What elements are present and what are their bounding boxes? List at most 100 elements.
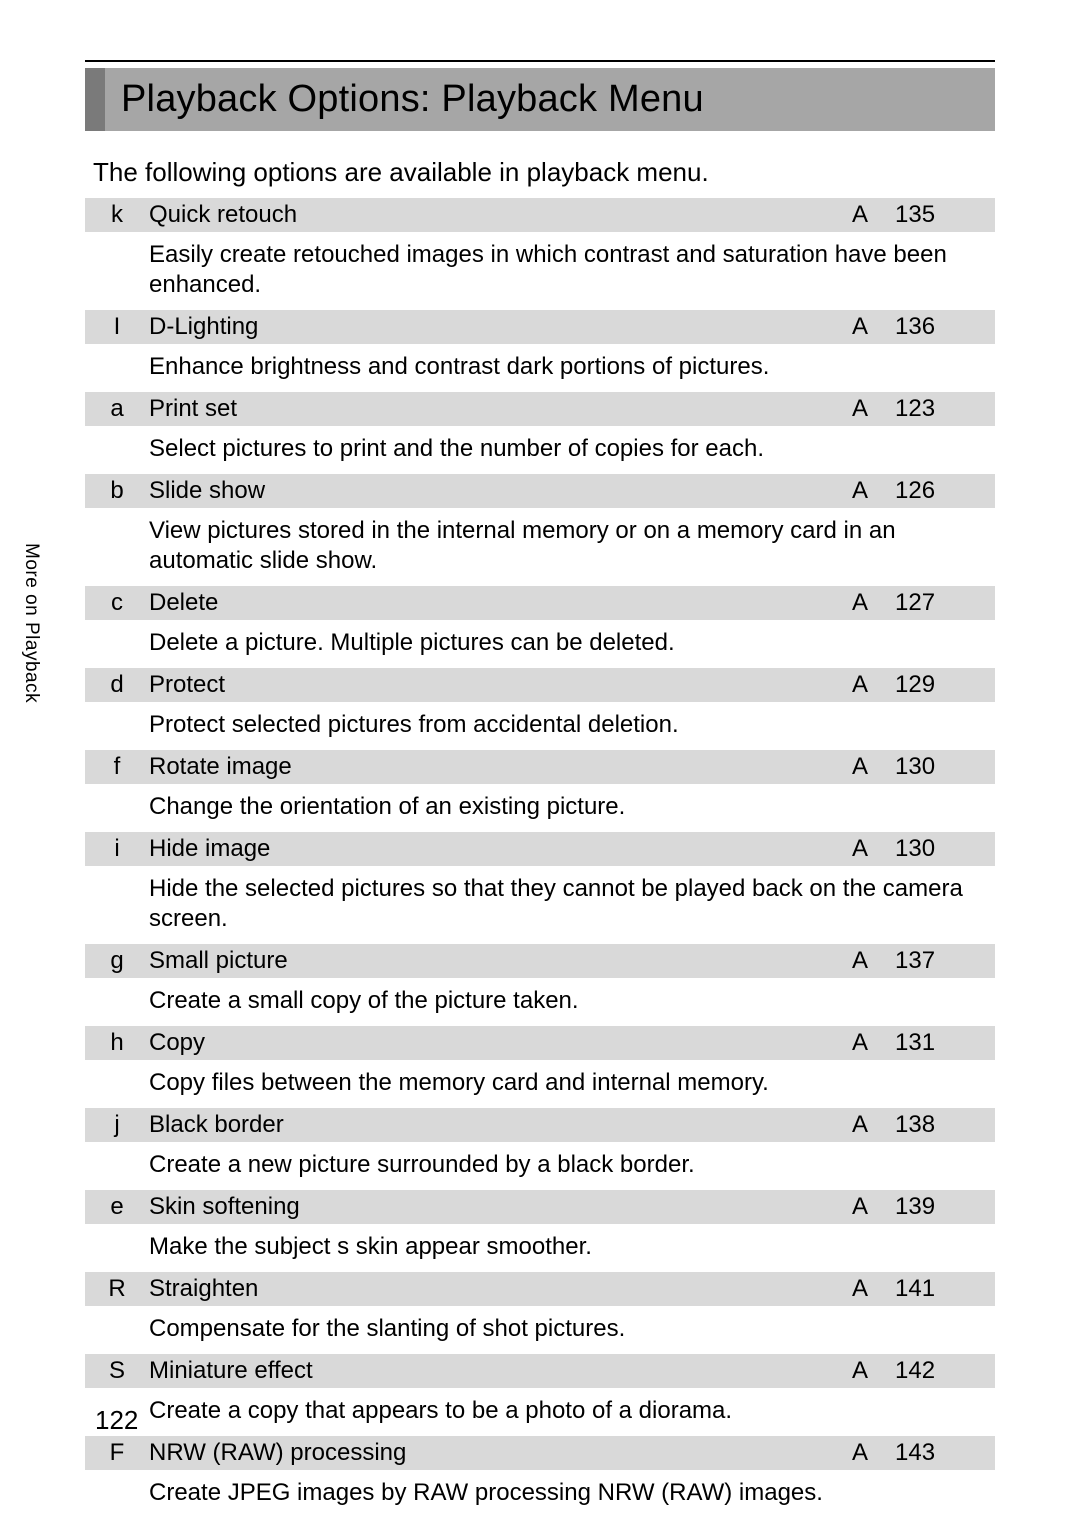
menu-item-description-row: Create a new picture surrounded by a bla… <box>85 1142 995 1190</box>
menu-item-ref-letter: A <box>835 201 885 229</box>
title-background: Playback Options: Playback Menu <box>105 68 995 131</box>
description-pad <box>85 1232 149 1262</box>
menu-item-icon: S <box>85 1357 149 1385</box>
menu-item-description: Compensate for the slanting of shot pict… <box>149 1314 995 1344</box>
menu-item-name: Quick retouch <box>149 201 835 229</box>
menu-item-icon: i <box>85 835 149 863</box>
side-tab-label: More on Playback <box>20 543 42 703</box>
menu-item-header: RStraightenA141 <box>85 1272 995 1306</box>
menu-item-header: dProtectA129 <box>85 668 995 702</box>
menu-item-name: D-Lighting <box>149 313 835 341</box>
menu-item-page-ref: 135 <box>885 201 995 229</box>
menu-item-name: Print set <box>149 395 835 423</box>
menu-item-ref-letter: A <box>835 589 885 617</box>
menu-item-header: gSmall pictureA137 <box>85 944 995 978</box>
menu-item-icon: a <box>85 395 149 423</box>
menu-item-ref-letter: A <box>835 671 885 699</box>
menu-item-icon: d <box>85 671 149 699</box>
menu-item-page-ref: 143 <box>885 1439 995 1467</box>
menu-item-header: fRotate imageA130 <box>85 750 995 784</box>
section-title-bar: Playback Options: Playback Menu <box>85 68 995 131</box>
menu-item-ref-letter: A <box>835 1275 885 1303</box>
menu-item-ref-letter: A <box>835 835 885 863</box>
menu-item-page-ref: 131 <box>885 1029 995 1057</box>
menu-item-page-ref: 123 <box>885 395 995 423</box>
menu-item-page-ref: 138 <box>885 1111 995 1139</box>
menu-item-description-row: Change the orientation of an existing pi… <box>85 784 995 832</box>
menu-item-description-row: Copy files between the memory card and i… <box>85 1060 995 1108</box>
menu-item-page-ref: 137 <box>885 947 995 975</box>
menu-item-ref-letter: A <box>835 1357 885 1385</box>
menu-item-name: Black border <box>149 1111 835 1139</box>
menu-item-description: View pictures stored in the internal mem… <box>149 516 995 576</box>
menu-item-icon: g <box>85 947 149 975</box>
menu-item-page-ref: 127 <box>885 589 995 617</box>
menu-item-description: Create a new picture surrounded by a bla… <box>149 1150 995 1180</box>
description-pad <box>85 792 149 822</box>
menu-item-description-row: Easily create retouched images in which … <box>85 232 995 310</box>
menu-item-description-row: View pictures stored in the internal mem… <box>85 508 995 586</box>
menu-item-ref-letter: A <box>835 313 885 341</box>
menu-item-page-ref: 126 <box>885 477 995 505</box>
menu-item-page-ref: 142 <box>885 1357 995 1385</box>
menu-item-description: Select pictures to print and the number … <box>149 434 995 464</box>
menu-item-header: jBlack borderA138 <box>85 1108 995 1142</box>
menu-item-page-ref: 130 <box>885 753 995 781</box>
menu-item-description-row: Create a small copy of the picture taken… <box>85 978 995 1026</box>
menu-item-description: Create a small copy of the picture taken… <box>149 986 995 1016</box>
menu-item-name: Straighten <box>149 1275 835 1303</box>
title-accent <box>85 68 105 131</box>
menu-item-description: Create JPEG images by RAW processing NRW… <box>149 1478 995 1508</box>
menu-item-description-row: Create JPEG images by RAW processing NRW… <box>85 1470 995 1518</box>
menu-item-description-row: Enhance brightness and contrast dark por… <box>85 344 995 392</box>
menu-item-description-row: Create a copy that appears to be a photo… <box>85 1388 995 1436</box>
menu-item-description: Hide the selected pictures so that they … <box>149 874 995 934</box>
intro-text: The following options are available in p… <box>85 157 995 188</box>
menu-item-name: Slide show <box>149 477 835 505</box>
menu-item-page-ref: 129 <box>885 671 995 699</box>
menu-item-name: Skin softening <box>149 1193 835 1221</box>
description-pad <box>85 352 149 382</box>
menu-item-icon: c <box>85 589 149 617</box>
menu-item-page-ref: 130 <box>885 835 995 863</box>
menu-item-description: Create a copy that appears to be a photo… <box>149 1396 995 1426</box>
menu-item-header: iHide imageA130 <box>85 832 995 866</box>
section-title: Playback Options: Playback Menu <box>121 78 704 120</box>
menu-item-name: Rotate image <box>149 753 835 781</box>
menu-item-description: Easily create retouched images in which … <box>149 240 995 300</box>
menu-item-header: kQuick retouchA135 <box>85 198 995 232</box>
menu-item-name: Delete <box>149 589 835 617</box>
menu-item-icon: k <box>85 201 149 229</box>
menu-item-header: SMiniature effectA142 <box>85 1354 995 1388</box>
menu-item-ref-letter: A <box>835 1111 885 1139</box>
menu-item-name: Small picture <box>149 947 835 975</box>
menu-item-page-ref: 136 <box>885 313 995 341</box>
menu-item-description: Delete a picture. Multiple pictures can … <box>149 628 995 658</box>
menu-item-icon: b <box>85 477 149 505</box>
menu-item-icon: F <box>85 1439 149 1467</box>
description-pad <box>85 710 149 740</box>
menu-item-description-row: Protect selected pictures from accidenta… <box>85 702 995 750</box>
top-rule <box>85 60 995 62</box>
menu-item-icon: R <box>85 1275 149 1303</box>
menu-item-name: Copy <box>149 1029 835 1057</box>
menu-item-icon: I <box>85 313 149 341</box>
menu-item-header: aPrint setA123 <box>85 392 995 426</box>
page: Playback Options: Playback Menu The foll… <box>0 0 1080 1486</box>
menu-item-header: eSkin softeningA139 <box>85 1190 995 1224</box>
menu-item-icon: f <box>85 753 149 781</box>
menu-item-ref-letter: A <box>835 1029 885 1057</box>
menu-item-icon: h <box>85 1029 149 1057</box>
description-pad <box>85 1068 149 1098</box>
menu-item-description: Enhance brightness and contrast dark por… <box>149 352 995 382</box>
menu-item-ref-letter: A <box>835 395 885 423</box>
menu-item-page-ref: 139 <box>885 1193 995 1221</box>
menu-item-name: Miniature effect <box>149 1357 835 1385</box>
menu-item-ref-letter: A <box>835 753 885 781</box>
menu-item-header: FNRW (RAW) processingA143 <box>85 1436 995 1470</box>
menu-item-description-row: Hide the selected pictures so that they … <box>85 866 995 944</box>
description-pad <box>85 240 149 300</box>
menu-item-description-row: Compensate for the slanting of shot pict… <box>85 1306 995 1354</box>
menu-item-description: Change the orientation of an existing pi… <box>149 792 995 822</box>
menu-item-description: Make the subject s skin appear smoother. <box>149 1232 995 1262</box>
